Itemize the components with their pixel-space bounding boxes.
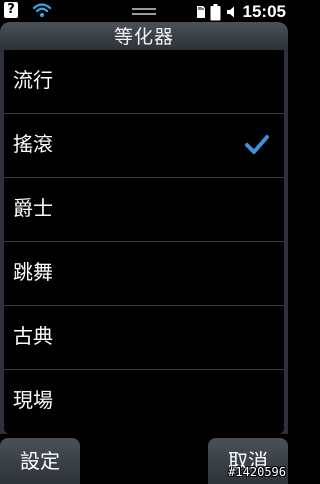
list-item-classical[interactable]: 古典 bbox=[4, 306, 284, 370]
settings-button[interactable]: 設定 bbox=[0, 438, 80, 484]
checkmark-icon bbox=[245, 135, 269, 154]
notification-drag-handle[interactable] bbox=[132, 8, 156, 16]
wifi-icon bbox=[32, 3, 52, 17]
battery-icon bbox=[210, 3, 221, 20]
clock: 15:05 bbox=[242, 2, 286, 21]
question-icon: ? bbox=[4, 2, 18, 18]
list-item-rock[interactable]: 搖滾 bbox=[4, 114, 284, 178]
list-item-dance[interactable]: 跳舞 bbox=[4, 242, 284, 306]
watermark: #1420596 bbox=[228, 465, 286, 479]
list-frame: 流行 搖滾 爵士 跳舞 古典 現場 bbox=[0, 50, 288, 434]
list-item-label: 古典 bbox=[13, 324, 53, 348]
list-item-pop[interactable]: 流行 bbox=[4, 50, 284, 114]
list-item-label: 流行 bbox=[13, 68, 53, 92]
list-item-label: 現場 bbox=[13, 388, 53, 412]
list-item-label: 搖滾 bbox=[13, 132, 53, 156]
page-title: 等化器 bbox=[113, 26, 174, 48]
status-right-icons: 15:05 bbox=[196, 2, 286, 22]
title-bar: 等化器 bbox=[0, 22, 288, 50]
equalizer-list: 流行 搖滾 爵士 跳舞 古典 現場 bbox=[4, 50, 284, 434]
sd-card-icon bbox=[196, 6, 205, 18]
bottom-bar: 設定 取消 #1420596 bbox=[0, 434, 288, 484]
list-item-label: 爵士 bbox=[13, 196, 53, 220]
list-item-label: 跳舞 bbox=[13, 260, 53, 284]
status-left-icons: ? bbox=[4, 2, 52, 18]
status-bar: ? 15:05 bbox=[0, 0, 288, 22]
list-item-jazz[interactable]: 爵士 bbox=[4, 178, 284, 242]
speaker-icon bbox=[226, 6, 234, 18]
list-item-live[interactable]: 現場 bbox=[4, 370, 284, 433]
